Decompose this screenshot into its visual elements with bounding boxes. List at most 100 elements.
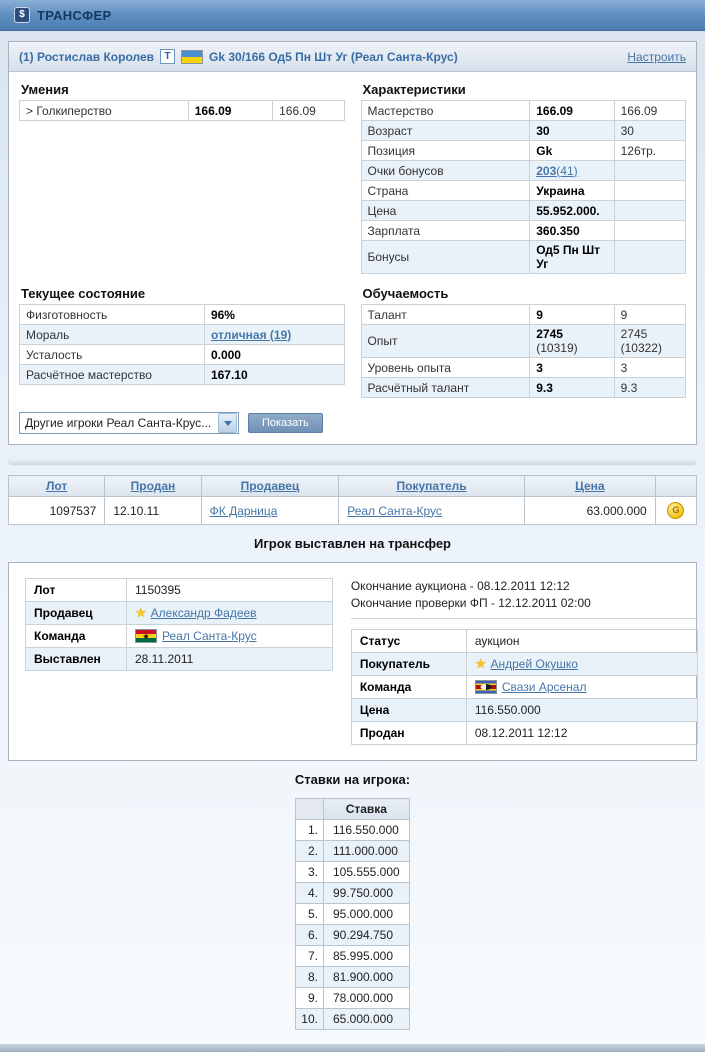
morale-link[interactable]: отличная (19) — [211, 328, 291, 342]
bid-rank: 2. — [296, 841, 324, 862]
stat-value: 9 — [530, 305, 614, 325]
history-seller-link[interactable]: ФК Дарница — [210, 504, 278, 518]
stat-label: Зарплата — [361, 221, 530, 241]
bonus-points-extra-link[interactable]: (41) — [556, 164, 577, 178]
stat-value: 9.3 — [530, 378, 614, 398]
listing-heading: Игрок выставлен на трансфер — [8, 536, 697, 551]
stat-value-secondary — [614, 221, 685, 241]
bid-value: 78.000.000 — [323, 988, 409, 1009]
stat-label: Опыт — [361, 325, 530, 358]
current-state-section: Текущее состояние Физготовность 96% Мора… — [19, 284, 345, 398]
table-row: Расчётный талант 9.3 9.3 — [361, 378, 686, 398]
stat-label: Усталость — [20, 345, 205, 365]
stat-value: 167.10 — [204, 365, 344, 385]
table-row: Покупатель ★Андрей Окушко — [351, 653, 697, 676]
footer-bar — [0, 1044, 705, 1052]
lot-number: 1150395 — [127, 579, 333, 602]
seller-link[interactable]: Александр Фадеев — [151, 606, 257, 620]
sort-sold-link[interactable]: Продан — [131, 479, 176, 493]
info-label: Команда — [26, 625, 127, 648]
stat-label: Уровень опыта — [361, 358, 530, 378]
title-bar: $ ТРАНСФЕР — [0, 0, 705, 31]
table-row: 9.78.000.000 — [296, 988, 409, 1009]
table-row: Талант 9 9 — [361, 305, 686, 325]
table-row: Команда Свази Арсенал — [351, 676, 697, 699]
stat-value: 30 — [530, 121, 614, 141]
show-button[interactable]: Показать — [248, 413, 323, 433]
stat-label: Цена — [361, 201, 530, 221]
stat-value: Gk — [530, 141, 614, 161]
transfer-icon: $ — [14, 7, 30, 23]
player-name[interactable]: (1) Ростислав Королев — [19, 50, 154, 64]
table-row: 3.105.555.000 — [296, 862, 409, 883]
table-row: Выставлен 28.11.2011 — [26, 648, 333, 671]
info-label: Продавец — [26, 602, 127, 625]
sort-seller-link[interactable]: Продавец — [241, 479, 300, 493]
stat-value: 166.09 — [188, 101, 272, 121]
stat-value-secondary — [614, 161, 685, 181]
table-row: 2.111.000.000 — [296, 841, 409, 862]
table-header-row: Ставка — [296, 799, 409, 820]
info-label: Статус — [351, 630, 466, 653]
other-players-select[interactable]: Другие игроки Реал Санта-Крус... — [19, 412, 239, 434]
configure-link[interactable]: Настроить — [627, 50, 686, 64]
stat-label: Расчётный талант — [361, 378, 530, 398]
buyer-team-link[interactable]: Свази Арсенал — [502, 680, 587, 694]
stat-value-secondary: 166.09 — [273, 101, 344, 121]
stat-value-secondary: 3 — [614, 358, 685, 378]
stat-label: > Голкиперство — [20, 101, 189, 121]
table-row: Продан 08.12.2011 12:12 — [351, 722, 697, 745]
table-row: 10.65.000.000 — [296, 1009, 409, 1030]
transfer-badge-icon[interactable]: T — [160, 49, 175, 64]
stat-value-secondary — [614, 241, 685, 274]
ghana-flag-icon — [135, 629, 157, 643]
bonus-points-link[interactable]: 203 — [536, 164, 556, 178]
table-row: Страна Украина — [361, 181, 686, 201]
sort-lot-link[interactable]: Лот — [46, 479, 67, 493]
seller-team-link[interactable]: Реал Санта-Крус — [162, 629, 257, 643]
bid-value: 95.000.000 — [323, 904, 409, 925]
info-label: Команда — [351, 676, 466, 699]
bid-rank: 6. — [296, 925, 324, 946]
sort-price-link[interactable]: Цена — [575, 479, 605, 493]
player-stats: Умения > Голкиперство 166.09 166.09 Хара… — [9, 72, 696, 444]
player-header: (1) Ростислав Королев T Gk 30/166 Од5 Пн… — [9, 42, 696, 72]
bid-rank-header — [296, 799, 324, 820]
stat-value-secondary: 30 — [614, 121, 685, 141]
characteristics-table: Мастерство 166.09 166.09 Возраст 30 30 П… — [361, 100, 687, 274]
stat-value-secondary: 166.09 — [614, 101, 685, 121]
table-row: 8.81.900.000 — [296, 967, 409, 988]
stat-value: отличная (19) — [204, 325, 344, 345]
bid-rank: 4. — [296, 883, 324, 904]
chevron-down-icon[interactable] — [218, 413, 237, 433]
stat-value: 3 — [530, 358, 614, 378]
bid-column-header: Ставка — [323, 799, 409, 820]
page-title: ТРАНСФЕР — [37, 8, 111, 23]
stat-value: 2745 (10319) — [530, 325, 614, 358]
bids-table: Ставка 1.116.550.000 2.111.000.000 3.105… — [295, 798, 409, 1030]
skills-section: Умения > Голкиперство 166.09 166.09 — [19, 80, 345, 274]
sold-date: 08.12.2011 12:12 — [466, 722, 697, 745]
history-date: 12.10.11 — [105, 497, 201, 525]
stat-value-secondary — [614, 201, 685, 221]
history-buyer-link[interactable]: Реал Санта-Крус — [347, 504, 442, 518]
table-row: Очки бонусов 203(41) — [361, 161, 686, 181]
table-row: Команда Реал Санта-Крус — [26, 625, 333, 648]
table-row: > Голкиперство 166.09 166.09 — [20, 101, 345, 121]
current-state-table: Физготовность 96% Мораль отличная (19) У… — [19, 304, 345, 385]
auction-status: аукцион — [466, 630, 697, 653]
characteristics-title: Характеристики — [361, 80, 687, 100]
stat-value-secondary: 9 — [614, 305, 685, 325]
bid-value: 81.900.000 — [323, 967, 409, 988]
bid-rank: 8. — [296, 967, 324, 988]
table-row: Возраст 30 30 — [361, 121, 686, 141]
sort-buyer-link[interactable]: Покупатель — [397, 479, 467, 493]
table-row: Уровень опыта 3 3 — [361, 358, 686, 378]
coin-icon[interactable]: G — [667, 502, 684, 519]
history-price: 63.000.000 — [524, 497, 655, 525]
table-row: Позиция Gk 126тр. — [361, 141, 686, 161]
buyer-link[interactable]: Андрей Окушко — [491, 657, 578, 671]
select-value: Другие игроки Реал Санта-Крус... — [20, 416, 217, 430]
bid-value: 90.294.750 — [323, 925, 409, 946]
stat-value: Украина — [530, 181, 614, 201]
